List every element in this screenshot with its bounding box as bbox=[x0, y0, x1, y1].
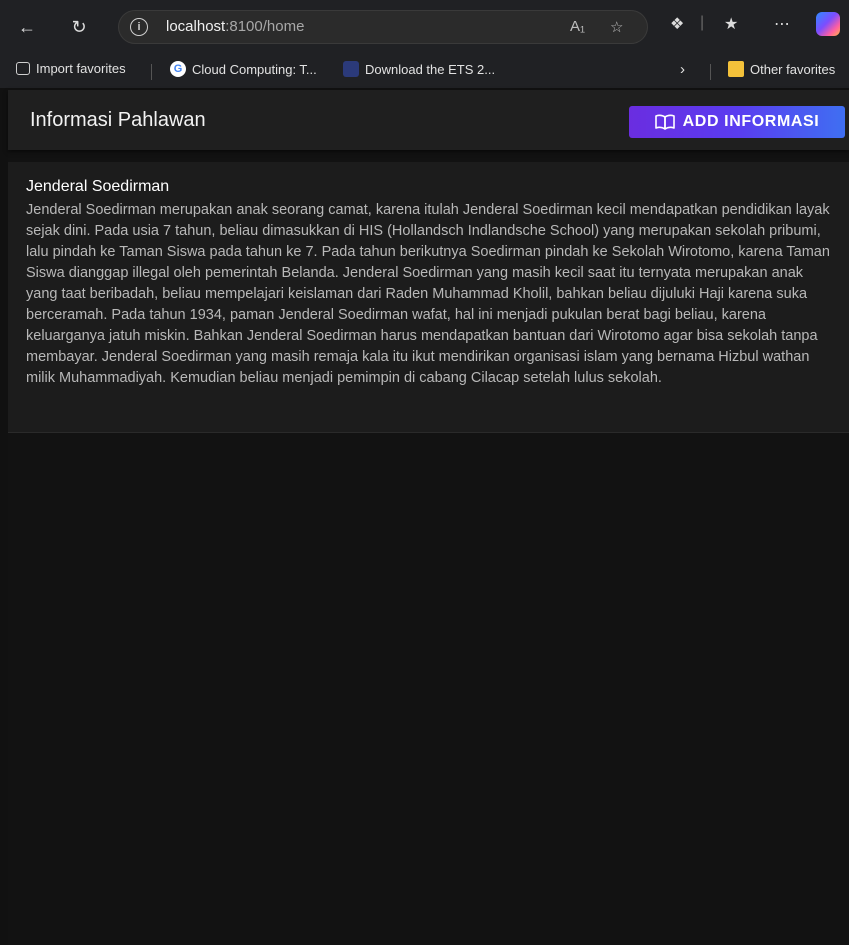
card-title: Jenderal Soedirman bbox=[26, 178, 170, 195]
ets-icon bbox=[343, 61, 359, 77]
extensions-icon[interactable]: ❖ bbox=[670, 14, 684, 34]
other-favorites-label: Other favorites bbox=[750, 61, 836, 77]
browser-toolbar: ← ↻ i localhost:8100/home A₁ ☆ ❖ | ★ ⋯ bbox=[0, 0, 849, 52]
favorites-divider bbox=[710, 64, 711, 80]
other-favorites[interactable]: Other favorites bbox=[728, 61, 835, 77]
favorites-divider bbox=[151, 64, 152, 80]
page-title: Informasi Pahlawan bbox=[30, 109, 206, 131]
favorite-label: Download the ETS 2... bbox=[365, 61, 496, 77]
app-content: Informasi Pahlawan ADD INFORMASI Jendera… bbox=[8, 90, 849, 945]
favorite-import[interactable]: Import favorites bbox=[16, 61, 126, 76]
url-path: :8100/home bbox=[225, 18, 305, 35]
refresh-icon[interactable]: ↻ bbox=[66, 14, 92, 40]
back-icon[interactable]: ← bbox=[14, 14, 40, 40]
favorite-cloud-computing[interactable]: G Cloud Computing: T... bbox=[170, 61, 317, 77]
favorite-ets[interactable]: Download the ETS 2... bbox=[343, 61, 495, 77]
book-icon bbox=[654, 114, 675, 130]
url-text: localhost:8100/home bbox=[166, 18, 304, 35]
favorites-icon[interactable]: ★ bbox=[724, 14, 738, 34]
favorite-star-icon[interactable]: ☆ bbox=[610, 18, 623, 36]
favorite-label: Cloud Computing: T... bbox=[192, 61, 317, 77]
toolbar-divider: | bbox=[700, 14, 705, 31]
add-informasi-button[interactable]: ADD INFORMASI bbox=[629, 106, 845, 138]
site-info-icon[interactable]: i bbox=[130, 18, 148, 36]
favorite-label: Import favorites bbox=[36, 61, 126, 76]
chevron-right-icon[interactable]: › bbox=[680, 61, 685, 78]
browser-chrome: ← ↻ i localhost:8100/home A₁ ☆ ❖ | ★ ⋯ I… bbox=[0, 0, 849, 88]
card-description: Jenderal Soedirman merupakan anak seoran… bbox=[26, 202, 830, 386]
url-host: localhost bbox=[166, 18, 226, 35]
favorites-bar: Import favorites G Cloud Computing: T...… bbox=[0, 52, 849, 88]
import-icon bbox=[16, 62, 30, 75]
copilot-icon[interactable] bbox=[816, 12, 840, 36]
folder-icon bbox=[728, 61, 744, 77]
app-header: Informasi Pahlawan ADD INFORMASI bbox=[8, 90, 849, 150]
address-bar[interactable]: i localhost:8100/home A₁ ☆ bbox=[118, 10, 648, 44]
read-aloud-icon[interactable]: A₁ bbox=[570, 18, 585, 35]
more-menu-icon[interactable]: ⋯ bbox=[774, 14, 790, 34]
add-informasi-label: ADD INFORMASI bbox=[682, 113, 820, 130]
google-icon: G bbox=[170, 61, 186, 77]
hero-card[interactable]: Jenderal Soedirman Jenderal Soedirman me… bbox=[8, 162, 849, 433]
